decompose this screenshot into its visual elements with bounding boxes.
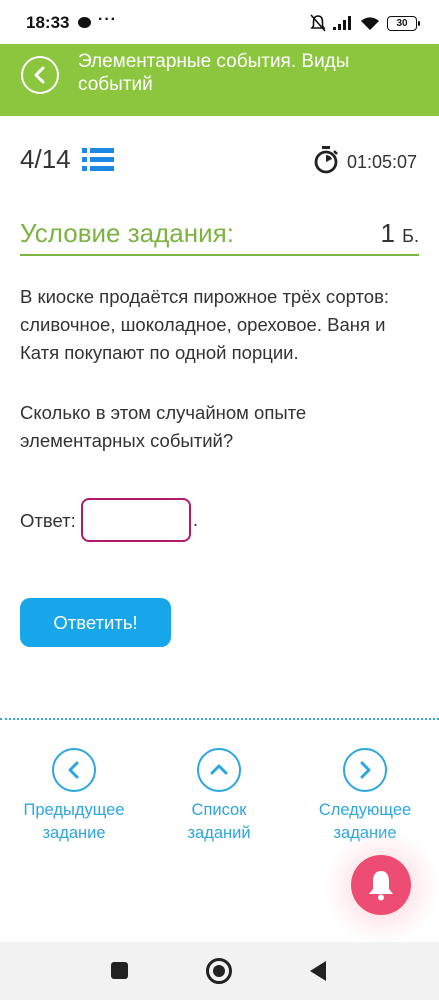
list-label[interactable]: Список заданий [154,799,284,845]
chevron-up-icon [210,764,228,775]
prev-label-line2: задание [42,824,106,842]
status-time: 18:33 [26,13,70,32]
wifi-icon [361,16,379,30]
bell-icon [369,871,393,901]
prev-label[interactable]: Предыдущее задание [9,799,139,845]
points-unit: Б. [402,226,419,246]
battery-icon: 30 [387,15,420,31]
recent-apps-icon[interactable] [111,962,128,979]
next-task-button[interactable]: Следующеезадание [300,748,430,845]
condition-title: Условие задания: [20,218,234,248]
status-bar: 18:33 ··· 30 [0,0,439,44]
prev-task-button[interactable]: Предыдущее задание [9,748,139,845]
divider [20,254,419,256]
problem-text: В киоске продаётся пирожное трёх сортов:… [20,286,390,363]
list-circle[interactable] [197,748,241,792]
task-counter: 4/14 [20,144,71,175]
task-number: 4 [20,144,35,174]
dnd-icon [310,14,326,32]
next-circle[interactable] [343,748,387,792]
system-back-icon[interactable] [310,961,326,981]
home-icon[interactable] [206,958,232,984]
timer-value: 01:05:07 [347,152,418,172]
signal-icon [333,16,351,30]
list-label-line1: Список [191,801,247,819]
answer-suffix: . [193,510,199,530]
prev-circle[interactable] [52,748,96,792]
notifications-button[interactable] [351,855,411,915]
list-label-line2: заданий [187,824,251,842]
answer-input[interactable] [81,498,191,542]
points-value: 1 [380,218,395,248]
chevron-right-icon [360,761,371,779]
system-nav-bar [0,942,439,1000]
back-button[interactable] [21,56,59,94]
task-list-button[interactable]: Список заданий [154,748,284,845]
submit-button[interactable]: Ответить! [20,598,171,647]
chevron-left-icon [68,761,79,779]
list-icon[interactable] [82,147,114,173]
prev-label-line1: Предыдущее [23,801,125,819]
back-arrow-icon [34,66,45,84]
more-notifications-icon: ··· [98,11,117,28]
chat-icon [78,17,91,28]
stopwatch-icon [314,146,338,174]
problem-question: Сколько в этом случайном опыте элементар… [20,402,307,451]
app-header: Элементарные события. Виды событий [0,44,439,116]
status-indicators: 30 [310,12,420,34]
task-total: /14 [34,144,71,174]
divider [0,718,439,720]
task-points: 1 Б. [380,218,419,249]
page-title: Элементарные события. Виды событий [78,51,350,95]
next-label-line1: Следующее [318,801,412,819]
answer-label: Ответ: [20,510,76,531]
